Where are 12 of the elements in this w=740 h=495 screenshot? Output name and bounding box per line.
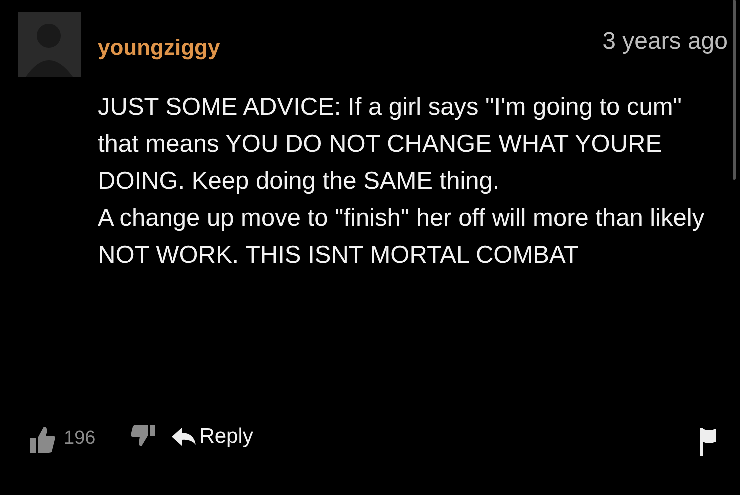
username[interactable]: youngziggy [98, 37, 220, 59]
comment-text: A change up move to "finish" her off will more than likely NOT WORK. THIS ISNT MORTAL COMBAT [98, 204, 706, 271]
reply-button[interactable]: Reply [172, 421, 254, 453]
scrollbar[interactable] [733, 0, 736, 180]
thumbs-down-icon[interactable] [130, 424, 156, 448]
like-count: 196 [64, 426, 96, 451]
reply-arrow-icon [172, 428, 196, 446]
flag-icon[interactable] [699, 428, 717, 456]
timestamp: 3 years ago [602, 30, 728, 57]
comment-text: JUST SOME ADVICE: If a girl says "I'm going to cum" that means YOU DO NOT CHANGE WHAT YOURE DOING. Keep doing the SAME thing. [98, 93, 683, 197]
thumbs-up-icon[interactable] [28, 424, 56, 454]
avatar [18, 12, 81, 77]
